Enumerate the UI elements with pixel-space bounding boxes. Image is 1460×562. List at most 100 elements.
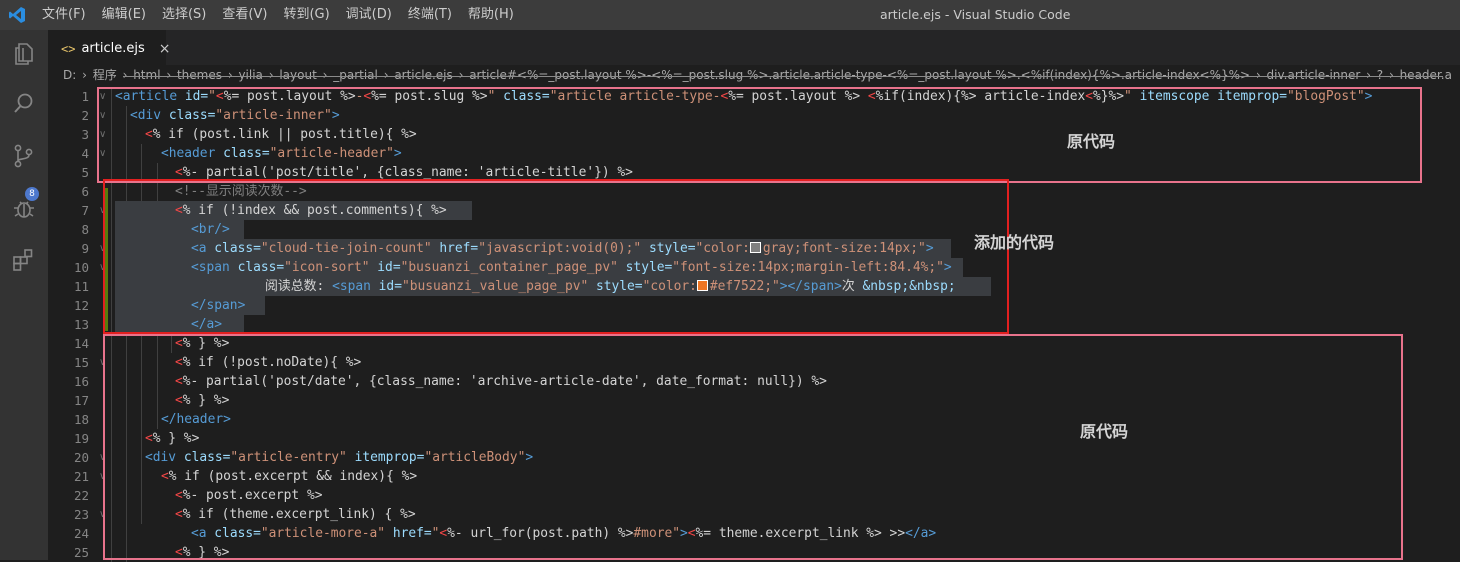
code-token: < (1085, 89, 1093, 104)
line-number: 11 (73, 279, 89, 294)
breadcrumb-item[interactable]: article.ejs (394, 68, 452, 82)
code-line[interactable]: 14 <% } %> (48, 334, 1460, 353)
breadcrumb-item[interactable]: themes (177, 68, 222, 82)
breadcrumb: D: › 程序 › html › themes › yilia › layout… (48, 65, 1460, 87)
code-line[interactable]: 13 </a> (48, 315, 1460, 334)
search-icon[interactable] (10, 90, 38, 118)
code-line[interactable]: 21 ∨ <% if (post.excerpt && index){ %> (48, 467, 1460, 486)
menu-help[interactable]: 帮助(H) (460, 0, 522, 30)
menu-terminal[interactable]: 终端(T) (400, 0, 460, 30)
code-line[interactable]: 20 ∨ <div class="article-entry" itemprop="… (48, 448, 1460, 467)
code-token: </a> (905, 526, 937, 541)
fold-chevron-icon[interactable]: ∨ (99, 87, 109, 106)
breadcrumb-item[interactable]: D: (63, 68, 76, 82)
fold-chevron-icon[interactable]: ∨ (99, 106, 109, 125)
code-token: %- partial('post/title', {class_name: 'a… (182, 165, 633, 180)
line-number: 3 (81, 127, 89, 142)
code-line[interactable]: 10 ∨ <span class="icon-sort" id="busuanzi_… (48, 258, 1460, 277)
code-line[interactable]: 5 <%- partial('post/title', {class_name: … (48, 163, 1460, 182)
code-line[interactable]: 7 ∨ <% if (!index && post.comments){ %> (48, 201, 1460, 220)
code-editor[interactable]: 1 ∨ <article id="<%= post.layout %>-<%= po… (48, 87, 1460, 562)
code-text: <% } %> (175, 391, 229, 410)
code-line[interactable]: 23 ∨ <% if (theme.excerpt_link) { %> (48, 505, 1460, 524)
code-token: < (175, 488, 183, 503)
debug-icon[interactable] (10, 194, 38, 222)
breadcrumb-item[interactable]: div.article-inner (1267, 68, 1361, 82)
breadcrumb-separator-icon: › (118, 68, 132, 82)
line-number: 10 (73, 260, 89, 275)
fold-chevron-icon[interactable]: ∨ (99, 125, 109, 144)
menu-debug[interactable]: 调试(D) (338, 0, 400, 30)
breadcrumb-item[interactable]: article#<%=_post.layout %>-<%=_post.slug… (469, 68, 1250, 82)
code-token: "javascript:void(0);" (478, 241, 649, 256)
tab-article-ejs[interactable]: <> article.ejs × (48, 30, 170, 66)
code-line[interactable]: 15 ∨ <% if (!post.noDate){ %> (48, 353, 1460, 372)
menu-file[interactable]: 文件(F) (34, 0, 94, 30)
color-swatch-icon[interactable] (749, 242, 761, 253)
code-token: < (145, 127, 153, 142)
breadcrumb-item[interactable]: ? (1377, 68, 1383, 82)
code-line[interactable]: 16 <%- partial('post/date', {class_name: … (48, 372, 1460, 391)
fold-chevron-icon[interactable]: ∨ (99, 505, 109, 524)
breadcrumb-item[interactable]: 程序 (93, 68, 117, 82)
breadcrumb-separator-icon: › (224, 68, 237, 82)
breadcrumb-item[interactable]: _partial (333, 68, 378, 82)
window-title: article.ejs - Visual Studio Code (880, 7, 1071, 22)
line-number: 1 (81, 89, 89, 104)
fold-chevron-icon[interactable]: ∨ (99, 201, 109, 220)
code-line[interactable]: 6 <!--显示阅读次数--> (48, 182, 1460, 201)
line-number: 19 (73, 431, 89, 446)
breadcrumb-strike-overlay (123, 76, 1443, 77)
breadcrumb-item[interactable]: layout (279, 68, 316, 82)
fold-chevron-icon[interactable]: ∨ (99, 144, 109, 163)
code-token: < (867, 89, 876, 104)
code-token: <div (130, 108, 169, 123)
menu-edit[interactable]: 编辑(E) (94, 0, 154, 30)
code-line[interactable]: 17 <% } %> (48, 391, 1460, 410)
code-token: %= post.layout %> (728, 89, 868, 104)
fold-chevron-icon[interactable]: ∨ (99, 467, 109, 486)
menu-go[interactable]: 转到(G) (275, 0, 337, 30)
menu-view[interactable]: 查看(V) (214, 0, 275, 30)
fold-chevron-icon[interactable]: ∨ (99, 353, 109, 372)
breadcrumb-item[interactable]: html (133, 68, 160, 82)
breadcrumb-item[interactable]: yilia (238, 68, 262, 82)
breadcrumb-separator-icon: › (1252, 68, 1265, 82)
code-line[interactable]: 19 <% } %> (48, 429, 1460, 448)
code-text: </a> (191, 315, 222, 334)
fold-chevron-icon[interactable]: ∨ (99, 258, 109, 277)
line-number: 24 (73, 526, 89, 541)
code-line[interactable]: 25 <% } %> (48, 543, 1460, 562)
breadcrumb-item[interactable]: header.a (1400, 68, 1452, 82)
fold-chevron-icon[interactable]: ∨ (99, 448, 109, 467)
code-token: style= (596, 279, 643, 294)
code-token: itemscope itemprop= (1139, 89, 1288, 104)
code-token: < (175, 203, 183, 218)
color-swatch-icon[interactable] (696, 280, 708, 291)
code-line[interactable]: 9 ∨ <a class="cloud-tie-join-count" href="… (48, 239, 1460, 258)
line-number: 15 (73, 355, 89, 370)
code-token: % } %> (182, 545, 230, 560)
code-line[interactable]: 18 </header> (48, 410, 1460, 429)
code-text: <% if (!post.noDate){ %> (175, 353, 361, 372)
code-line[interactable]: 24 <a class="article-more-a" href="<%- ur… (48, 524, 1460, 543)
code-text: <br/> (191, 220, 230, 239)
close-icon[interactable]: × (159, 41, 171, 57)
code-line[interactable]: 3 ∨ <% if (post.link || post.title){ %> (48, 125, 1460, 144)
explorer-files-icon[interactable] (10, 40, 38, 68)
code-token: &nbsp;&nbsp; (862, 279, 956, 294)
source-control-icon[interactable] (10, 142, 38, 170)
fold-chevron-icon[interactable]: ∨ (99, 239, 109, 258)
code-line[interactable]: 22 <%- post.excerpt %> (48, 486, 1460, 505)
code-token: "articleBody" (424, 450, 526, 465)
code-token: % if (post.excerpt && index){ %> (168, 469, 418, 484)
code-token: id= (377, 260, 401, 275)
code-line[interactable]: 1 ∨ <article id="<%= post.layout %>-<%= po… (48, 87, 1460, 106)
code-line[interactable]: 8 <br/> (48, 220, 1460, 239)
code-line[interactable]: 11 阅读总数: <span id="busuanzi_value_page_pv… (48, 277, 1460, 296)
code-line[interactable]: 4 ∨ <header class="article-header"> (48, 144, 1460, 163)
code-line[interactable]: 2 ∨ <div class="article-inner"> (48, 106, 1460, 125)
code-line[interactable]: 12 </span> (48, 296, 1460, 315)
menu-selection[interactable]: 选择(S) (154, 0, 214, 30)
extensions-icon[interactable] (10, 246, 38, 274)
